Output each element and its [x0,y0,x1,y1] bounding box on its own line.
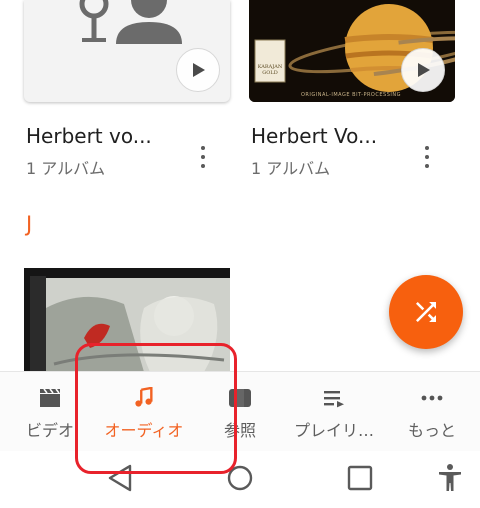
artist-name[interactable]: Herbert vo... [26,124,152,148]
playlist-icon [324,391,344,408]
album-count: 1 アルバム [26,159,106,178]
clapperboard-icon [40,388,60,407]
accessibility-icon[interactable] [436,463,464,493]
play-icon [193,63,205,77]
artist-name[interactable]: Herbert Vo... [251,124,377,148]
highlight-outline [75,343,237,474]
nav-label: もっと [407,421,456,440]
shuffle-icon [416,302,436,322]
karajan-gold-logo: KARAJAN GOLD [257,64,283,76]
album-caption: ORIGINAL-IMAGE BIT-PROCESSING [301,92,401,98]
album-count: 1 アルバム [251,159,331,178]
recents-icon[interactable] [345,463,375,493]
more-vert-icon[interactable] [415,144,439,170]
nav-tab-more[interactable]: もっと [394,372,470,452]
nav-label: プレイリ… [293,421,374,440]
nav-tab-playlists[interactable]: プレイリ… [284,372,384,452]
play-button[interactable] [401,48,445,92]
bottom-navigation: ビデオ オーディオ 参照 プレイリ… もっと [0,371,480,451]
album-art[interactable]: KARAJAN GOLD ORIGINAL-IMAGE BIT-PROCESSI… [249,0,455,102]
system-navigation-bar [0,451,480,508]
section-header: J [26,212,33,236]
more-horiz-icon [421,395,443,401]
more-vert-icon[interactable] [191,144,215,170]
nav-label: ビデオ [25,421,74,440]
play-icon [418,63,430,77]
artist-thumbnail[interactable] [24,0,230,102]
shuffle-button[interactable] [389,275,463,349]
play-button[interactable] [176,48,220,92]
